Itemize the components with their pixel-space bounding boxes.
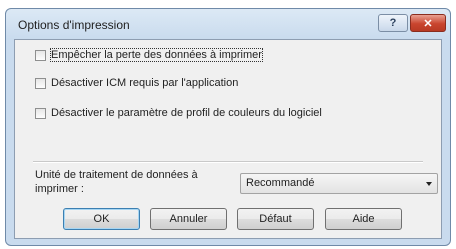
checkbox[interactable] — [35, 77, 46, 89]
close-icon: ✕ — [423, 17, 433, 30]
default-button[interactable]: Défaut — [237, 208, 314, 230]
separator — [33, 161, 423, 163]
option-disable-color-profile[interactable]: Désactiver le paramètre de profil de cou… — [35, 107, 322, 119]
print-options-dialog: Options d'impression ? ✕ Empêcher la per… — [5, 8, 451, 246]
ok-button[interactable]: OK — [63, 208, 140, 230]
option-label: Empêcher la perte des données à imprimer — [50, 48, 263, 62]
checkbox[interactable] — [35, 107, 46, 119]
title-bar: Options d'impression ? ✕ — [6, 9, 450, 39]
dialog-title: Options d'impression — [18, 18, 130, 32]
select-value: Recommandé — [246, 177, 315, 189]
processing-unit-label: Unité de traitement de données à imprime… — [35, 169, 198, 195]
processing-unit-select[interactable]: Recommandé — [240, 173, 438, 194]
checkbox[interactable] — [35, 49, 46, 61]
option-disable-icm[interactable]: Désactiver ICM requis par l'application — [35, 77, 238, 89]
close-button[interactable]: ✕ — [410, 14, 446, 32]
question-icon: ? — [389, 17, 397, 29]
option-prevent-data-loss[interactable]: Empêcher la perte des données à imprimer — [35, 48, 263, 62]
help-button[interactable]: Aide — [325, 208, 402, 230]
chevron-down-icon — [426, 182, 432, 186]
option-label: Désactiver le paramètre de profil de cou… — [51, 107, 322, 119]
cancel-button[interactable]: Annuler — [150, 208, 227, 230]
dialog-content: Empêcher la perte des données à imprimer… — [14, 39, 442, 239]
option-label: Désactiver ICM requis par l'application — [51, 77, 239, 89]
help-title-button[interactable]: ? — [378, 14, 408, 32]
